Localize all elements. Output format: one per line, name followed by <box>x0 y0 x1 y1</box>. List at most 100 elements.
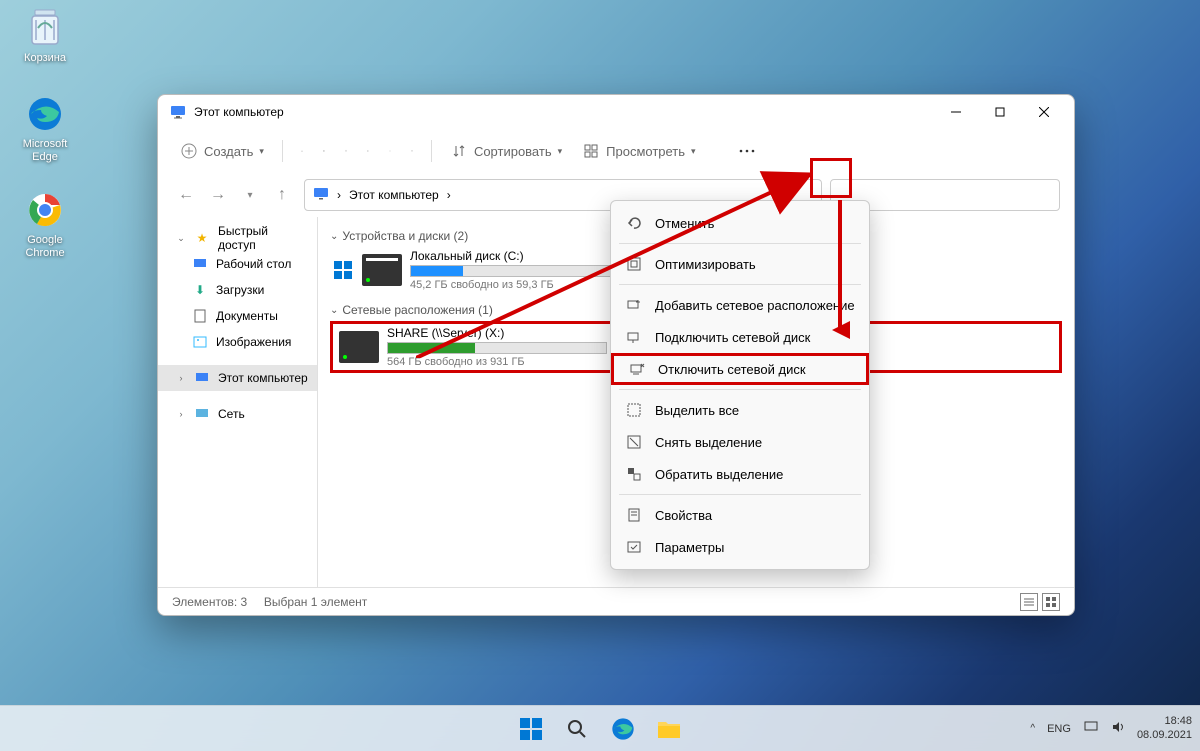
usage-bar <box>387 342 607 354</box>
desktop-icon-chrome[interactable]: Google Chrome <box>10 190 80 260</box>
chevron-down-icon: ⌄ <box>330 231 338 242</box>
menu-item-invert-selection[interactable]: Обратить выделение <box>611 458 869 490</box>
desktop-icon-label: Microsoft Edge <box>10 138 80 164</box>
breadcrumb-item[interactable]: Этот компьютер <box>349 188 439 202</box>
sidebar-item-label: Этот компьютер <box>218 371 308 385</box>
sort-icon <box>450 142 468 160</box>
menu-item-select-all[interactable]: Выделить все <box>611 394 869 426</box>
menu-item-deselect[interactable]: Снять выделение <box>611 426 869 458</box>
sidebar-item-this-pc[interactable]: › Этот компьютер <box>158 365 317 391</box>
view-label: Просмотреть <box>606 144 685 159</box>
taskbar-edge[interactable] <box>603 709 643 749</box>
sidebar-item-label: Изображения <box>216 335 291 349</box>
desktop-icon-label: Google Chrome <box>10 234 80 260</box>
menu-item-properties[interactable]: Свойства <box>611 499 869 531</box>
network-disconnect-icon <box>628 360 646 378</box>
chevron-down-icon: ⌄ <box>330 305 338 316</box>
sidebar-item-desktop[interactable]: Рабочий стол <box>158 251 317 277</box>
titlebar: Этот компьютер <box>158 95 1074 129</box>
chevron-down-icon: ▾ <box>691 146 696 157</box>
rename-button[interactable] <box>359 142 377 160</box>
tray-language[interactable]: ENG <box>1047 723 1071 735</box>
tray-clock[interactable]: 18:48 08.09.2021 <box>1137 715 1192 741</box>
tray-time: 18:48 <box>1137 715 1192 728</box>
drive-icon <box>362 254 402 286</box>
select-all-icon <box>625 401 643 419</box>
copy-button[interactable] <box>315 142 333 160</box>
tray-chevron-icon[interactable]: ^ <box>1030 723 1035 734</box>
chevron-right-icon: › <box>337 188 341 202</box>
menu-item-add-network-location[interactable]: Добавить сетевое расположение <box>611 289 869 321</box>
more-button[interactable] <box>730 135 764 167</box>
menu-item-label: Отменить <box>655 216 714 231</box>
create-label: Создать <box>204 144 253 159</box>
undo-icon <box>625 214 643 232</box>
plus-circle-icon <box>180 142 198 160</box>
start-button[interactable] <box>511 709 551 749</box>
menu-item-options[interactable]: Параметры <box>611 531 869 563</box>
optimize-icon <box>625 255 643 273</box>
menu-item-undo[interactable]: Отменить <box>611 207 869 239</box>
menu-item-connect-network-drive[interactable]: Подключить сетевой диск <box>611 321 869 353</box>
back-button[interactable]: ← <box>172 181 200 209</box>
sidebar-item-quick-access[interactable]: ⌄ ★ Быстрый доступ <box>158 225 317 251</box>
sort-button[interactable]: Сортировать ▾ <box>442 135 570 167</box>
menu-item-label: Отключить сетевой диск <box>658 362 806 377</box>
menu-item-disconnect-network-drive[interactable]: Отключить сетевой диск <box>611 353 869 385</box>
view-details-button[interactable] <box>1020 593 1038 611</box>
share-button[interactable] <box>381 142 399 160</box>
chrome-icon <box>25 190 65 230</box>
chevron-down-icon: ▾ <box>558 146 563 157</box>
group-label: Устройства и диски (2) <box>342 229 468 243</box>
menu-item-label: Оптимизировать <box>655 257 756 272</box>
status-bar: Элементов: 3 Выбран 1 элемент <box>158 587 1074 615</box>
desktop-icon-edge[interactable]: Microsoft Edge <box>10 94 80 164</box>
minimize-button[interactable] <box>934 97 978 127</box>
forward-button[interactable]: → <box>204 181 232 209</box>
taskbar-explorer[interactable] <box>649 709 689 749</box>
cut-button[interactable] <box>293 142 311 160</box>
menu-item-optimize[interactable]: Оптимизировать <box>611 248 869 280</box>
sidebar-item-label: Быстрый доступ <box>218 224 309 252</box>
status-selection: Выбран 1 элемент <box>264 595 367 609</box>
image-icon <box>192 334 208 350</box>
star-icon: ★ <box>194 230 210 246</box>
deselect-icon <box>625 433 643 451</box>
chevron-right-icon: › <box>176 409 186 419</box>
drive-name: Локальный диск (C:) <box>410 249 630 263</box>
up-button[interactable]: ↑ <box>268 181 296 209</box>
monitor-icon <box>313 186 329 205</box>
monitor-icon <box>170 104 186 120</box>
sidebar-item-images[interactable]: Изображения <box>158 329 317 355</box>
invert-icon <box>625 465 643 483</box>
desktop-icon-recycle[interactable]: Корзина <box>10 8 80 65</box>
toolbar: Создать ▾ Сортировать ▾ Просмотреть ▾ <box>158 129 1074 173</box>
menu-item-label: Выделить все <box>655 403 739 418</box>
sidebar-item-network[interactable]: › Сеть <box>158 401 317 427</box>
monitor-icon <box>194 370 210 386</box>
search-button[interactable] <box>557 709 597 749</box>
sidebar-item-documents[interactable]: Документы <box>158 303 317 329</box>
tray-network-icon[interactable] <box>1083 720 1099 737</box>
menu-item-label: Свойства <box>655 508 712 523</box>
sidebar-item-downloads[interactable]: ⬇ Загрузки <box>158 277 317 303</box>
view-icon <box>582 142 600 160</box>
tray-volume-icon[interactable] <box>1111 720 1125 737</box>
context-menu: Отменить Оптимизировать Добавить сетевое… <box>610 200 870 570</box>
up-button[interactable]: ▾ <box>236 181 264 209</box>
view-tiles-button[interactable] <box>1042 593 1060 611</box>
paste-button[interactable] <box>337 142 355 160</box>
drive-sub: 45,2 ГБ свободно из 59,3 ГБ <box>410 279 630 291</box>
drive-name: SHARE (\\Server) (X:) <box>387 326 607 340</box>
view-button[interactable]: Просмотреть ▾ <box>574 135 703 167</box>
close-button[interactable] <box>1022 97 1066 127</box>
sidebar-item-label: Загрузки <box>216 283 264 297</box>
group-label: Сетевые расположения (1) <box>342 303 492 317</box>
delete-button[interactable] <box>403 142 421 160</box>
chevron-down-icon: ▾ <box>259 146 264 157</box>
sidebar-item-label: Документы <box>216 309 278 323</box>
network-add-icon <box>625 296 643 314</box>
maximize-button[interactable] <box>978 97 1022 127</box>
create-button[interactable]: Создать ▾ <box>172 135 272 167</box>
recycle-bin-icon <box>25 8 65 48</box>
